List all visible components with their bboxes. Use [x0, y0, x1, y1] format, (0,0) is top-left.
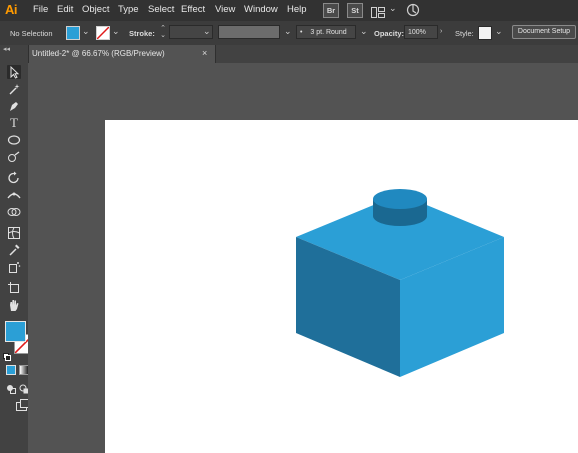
fill-dropdown-chevron-icon[interactable]: ⌄ [82, 26, 90, 37]
stroke-weight-stepper[interactable]: ⌃ ⌄ [158, 25, 168, 39]
profile-chevron-icon[interactable]: ⌄ [284, 26, 292, 37]
collapse-panel-icon[interactable]: ◂◂ [3, 45, 10, 53]
mesh-tool-icon[interactable] [7, 226, 21, 240]
artboard-tool-icon[interactable] [7, 281, 21, 295]
menu-file[interactable]: File [33, 4, 48, 15]
variable-width-profile[interactable] [218, 25, 280, 39]
selection-label: No Selection [10, 29, 53, 38]
document-tab-title: Untitled-2* @ 66.67% (RGB/Preview) [32, 49, 165, 58]
stroke-label[interactable]: Stroke: [129, 29, 155, 38]
hand-tool-icon[interactable] [7, 298, 21, 312]
fill-swatch[interactable] [66, 26, 80, 40]
artboard[interactable] [105, 120, 578, 453]
close-icon[interactable]: × [202, 48, 207, 58]
bridge-button[interactable]: Br [323, 3, 339, 18]
stroke-weight-chevron-icon[interactable]: ⌄ [203, 26, 211, 37]
style-chevron-icon[interactable]: ⌄ [495, 26, 503, 37]
ellipse-tool-icon[interactable] [7, 133, 21, 147]
document-setup-button[interactable]: Document Setup [512, 25, 576, 39]
brick-stud-top [373, 189, 427, 209]
opacity-input[interactable]: 100% [404, 25, 438, 39]
menu-object[interactable]: Object [82, 4, 109, 15]
canvas-area[interactable] [28, 63, 578, 453]
menu-effect[interactable]: Effect [181, 4, 205, 15]
brush-dot-icon: • [300, 29, 303, 36]
stroke-dropdown-chevron-icon[interactable]: ⌄ [112, 26, 120, 37]
fill-color-swatch[interactable] [5, 321, 26, 342]
rotate-tool-icon[interactable] [7, 171, 21, 185]
pen-tool-icon[interactable] [7, 99, 21, 113]
document-tab[interactable]: Untitled-2* @ 66.67% (RGB/Preview) × [28, 45, 216, 63]
app-logo: Ai [5, 2, 18, 17]
stroke-swatch[interactable] [96, 26, 110, 40]
menu-window[interactable]: Window [244, 4, 278, 15]
lego-brick-artwork[interactable] [105, 120, 578, 453]
opacity-arrow-icon[interactable]: › [440, 28, 442, 35]
draw-normal-icon[interactable] [6, 381, 16, 399]
chevron-down-icon[interactable]: ⌄ [389, 3, 397, 14]
width-tool-icon[interactable] [7, 188, 21, 202]
shaper-tool-icon[interactable] [7, 150, 21, 164]
arrange-documents-icon[interactable] [371, 5, 385, 18]
symbol-sprayer-tool-icon[interactable] [7, 260, 21, 274]
style-swatch[interactable] [478, 26, 492, 40]
color-mode-button[interactable] [6, 365, 16, 375]
menu-edit[interactable]: Edit [57, 4, 73, 15]
style-label: Style: [455, 29, 474, 38]
brush-value: 3 pt. Round [310, 29, 347, 36]
document-tab-bar: Untitled-2* @ 66.67% (RGB/Preview) × [28, 45, 578, 63]
control-bar: No Selection ⌄ ⌄ Stroke: ⌃ ⌄ ⌄ ⌄ • 3 pt. … [0, 21, 578, 46]
opacity-label[interactable]: Opacity: [374, 29, 404, 38]
menu-bar: Ai File Edit Object Type Select Effect V… [0, 0, 578, 21]
gpu-performance-icon[interactable] [406, 3, 420, 22]
menu-help[interactable]: Help [287, 4, 307, 15]
menu-type[interactable]: Type [118, 4, 139, 15]
menu-view[interactable]: View [215, 4, 235, 15]
type-tool-icon[interactable]: T [7, 116, 21, 130]
shape-builder-tool-icon[interactable] [7, 205, 21, 219]
default-fill-stroke-icon[interactable] [3, 348, 11, 361]
selection-tool-icon[interactable] [7, 65, 21, 79]
eyedropper-tool-icon[interactable] [7, 243, 21, 257]
stock-button[interactable]: St [347, 3, 363, 18]
brush-chevron-icon[interactable]: ⌄ [360, 26, 368, 37]
magic-wand-tool-icon[interactable] [7, 82, 21, 96]
tools-panel: ◂◂ T [0, 45, 42, 453]
brush-definition-field[interactable]: • 3 pt. Round [296, 25, 356, 39]
menu-select[interactable]: Select [148, 4, 174, 15]
